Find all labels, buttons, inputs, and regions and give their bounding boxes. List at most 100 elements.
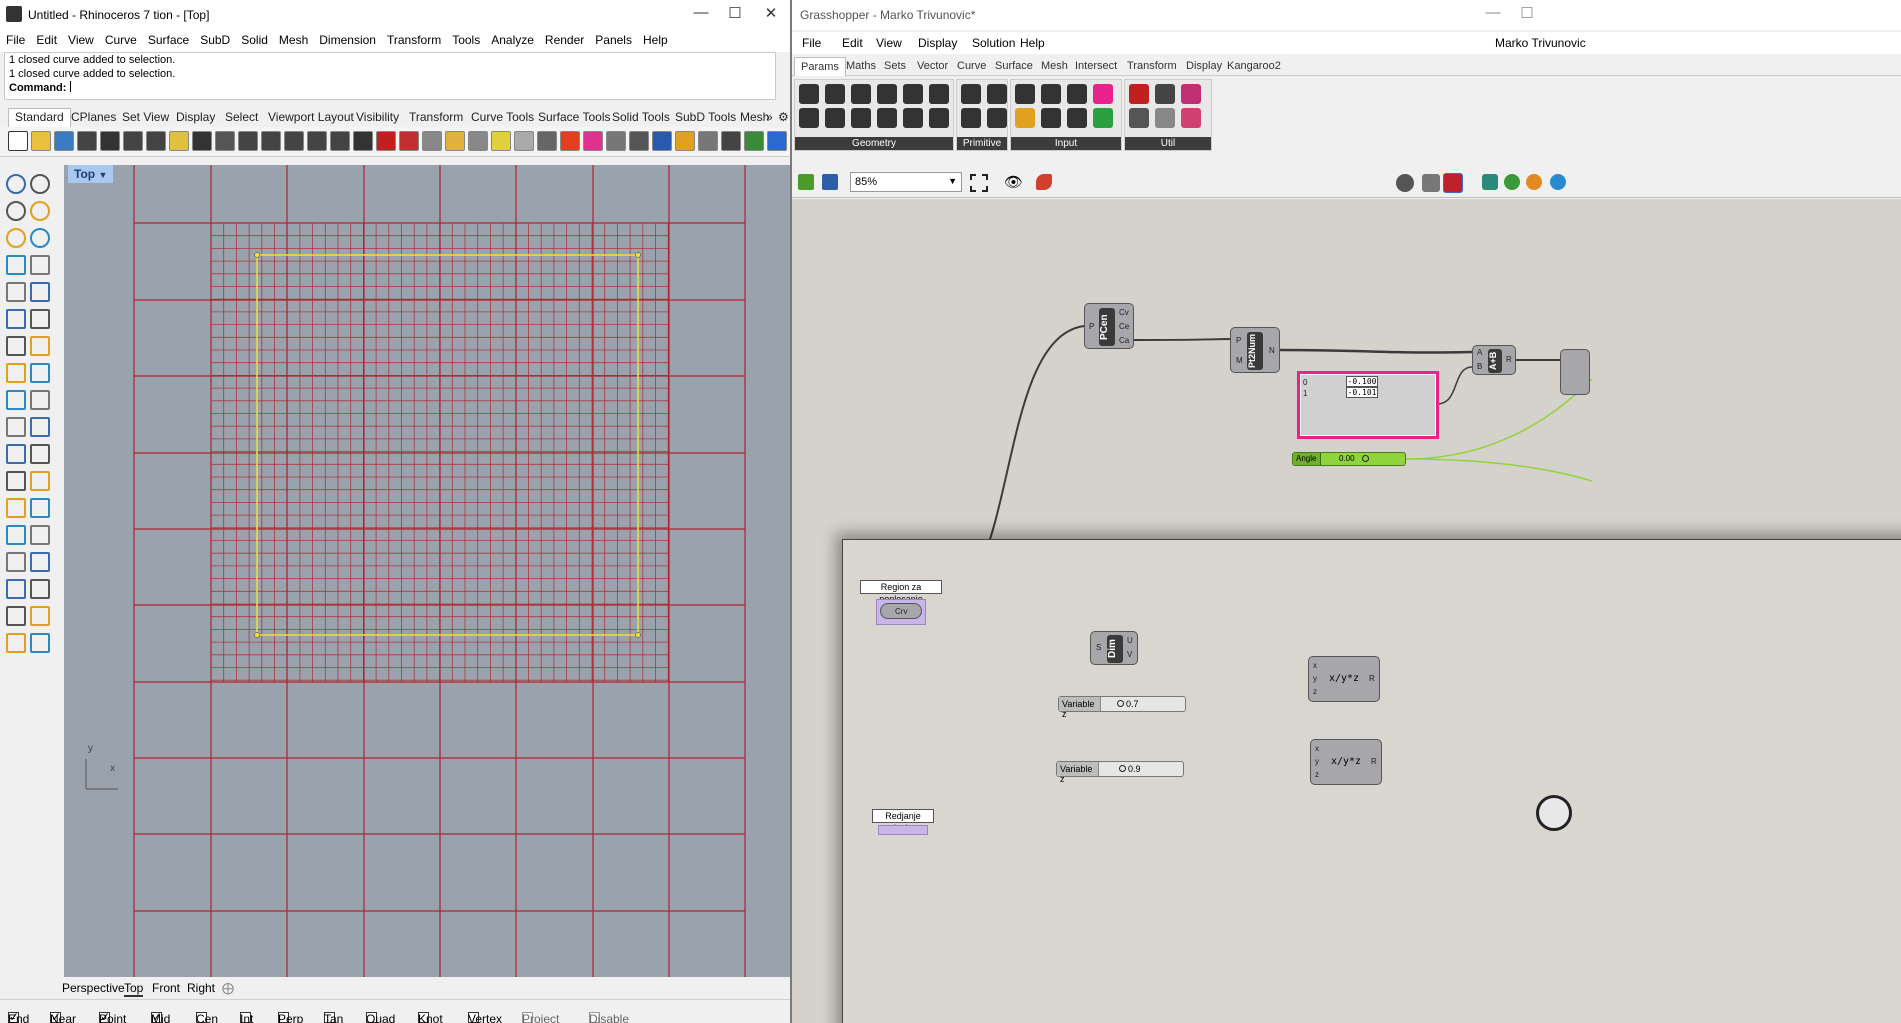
- left-tool-9-1-icon[interactable]: [30, 417, 50, 437]
- pin-a[interactable]: A: [1477, 348, 1482, 357]
- menu-item-dimension[interactable]: Dimension: [313, 30, 381, 47]
- menu-item-solid[interactable]: Solid: [235, 30, 273, 47]
- gh-component-0-0-1-icon[interactable]: [825, 84, 845, 104]
- left-tool-15-0-icon[interactable]: [6, 579, 26, 599]
- left-tool-6-0-icon[interactable]: [6, 336, 26, 356]
- left-tool-11-0-icon[interactable]: [6, 471, 26, 491]
- gh-component-2-0-0-icon[interactable]: [1015, 84, 1035, 104]
- control-point[interactable]: [635, 252, 641, 258]
- left-tool-16-1-icon[interactable]: [30, 606, 50, 626]
- pin-s[interactable]: S: [1096, 643, 1101, 652]
- menu-item-edit[interactable]: Edit: [30, 30, 62, 47]
- gh-menu-view[interactable]: View: [876, 36, 902, 50]
- cut-icon[interactable]: [123, 131, 143, 151]
- left-tool-10-0-icon[interactable]: [6, 444, 26, 464]
- menu-item-panels[interactable]: Panels: [589, 30, 637, 47]
- pin-x[interactable]: x: [1313, 661, 1317, 670]
- copy-icon[interactable]: [146, 131, 166, 151]
- left-tool-15-1-icon[interactable]: [30, 579, 50, 599]
- pan-icon[interactable]: [215, 131, 235, 151]
- gh-component-0-0-0-icon[interactable]: [799, 84, 819, 104]
- gh-component-1-0-1-icon[interactable]: [987, 84, 1007, 104]
- next-component[interactable]: [1560, 349, 1590, 395]
- gh-component-0-0-2-icon[interactable]: [851, 84, 871, 104]
- pcen-component[interactable]: PCen P Cv Ce Ca: [1084, 303, 1134, 349]
- data-panel[interactable]: 0 1 -0.100 -0.101: [1297, 371, 1439, 439]
- left-tool-6-1-icon[interactable]: [30, 336, 50, 356]
- layer-icon[interactable]: [445, 131, 465, 151]
- gh-component-0-1-2-icon[interactable]: [851, 108, 871, 128]
- pt2num-component[interactable]: Pt2Num P M N: [1230, 327, 1280, 373]
- left-tool-3-1-icon[interactable]: [30, 255, 50, 275]
- flag-icon[interactable]: [675, 131, 695, 151]
- pin-y[interactable]: y: [1313, 674, 1317, 683]
- addition-component[interactable]: A+B A B R: [1472, 345, 1516, 375]
- gh-tab-display[interactable]: Display: [1186, 60, 1222, 72]
- navigation-compass-icon[interactable]: [1536, 795, 1572, 831]
- gh-component-2-1-1-icon[interactable]: [1041, 108, 1061, 128]
- menu-item-render[interactable]: Render: [539, 30, 589, 47]
- menu-item-curve[interactable]: Curve: [99, 30, 142, 47]
- toolbar-tab-standard[interactable]: Standard: [8, 108, 71, 127]
- left-tool-10-1-icon[interactable]: [30, 444, 50, 464]
- pin-v[interactable]: V: [1127, 650, 1132, 659]
- print-icon[interactable]: [77, 131, 97, 151]
- left-tool-14-1-icon[interactable]: [30, 552, 50, 572]
- wireframe-preview-icon[interactable]: [1422, 174, 1440, 192]
- globe-icon[interactable]: [1550, 174, 1566, 190]
- left-tool-8-0-icon[interactable]: [6, 390, 26, 410]
- hide-icon[interactable]: [468, 131, 488, 151]
- gh-tab-mesh[interactable]: Mesh: [1041, 60, 1068, 72]
- pin-y[interactable]: y: [1315, 757, 1319, 766]
- sphere-gloss-icon[interactable]: [629, 131, 649, 151]
- gh-tab-vector[interactable]: Vector: [917, 60, 948, 72]
- add-viewport-icon[interactable]: ⨁: [222, 981, 234, 995]
- display-icon[interactable]: [1526, 174, 1542, 190]
- gh-component-0-0-4-icon[interactable]: [903, 84, 923, 104]
- tab-perspective[interactable]: Perspective: [62, 981, 125, 995]
- undo-icon[interactable]: [192, 131, 212, 151]
- open-file-icon[interactable]: [31, 131, 51, 151]
- left-tool-1-0-icon[interactable]: [6, 201, 26, 221]
- top-viewport[interactable]: Top ▼ y x: [64, 165, 790, 977]
- left-tool-2-0-icon[interactable]: [6, 228, 26, 248]
- gh-canvas[interactable]: PCen P Cv Ce Ca Pt2Num P M N A+B A B R 0…: [792, 199, 1901, 1023]
- gh-tab-surface[interactable]: Surface: [995, 60, 1033, 72]
- left-tool-17-0-icon[interactable]: [6, 633, 26, 653]
- left-tool-2-1-icon[interactable]: [30, 228, 50, 248]
- gh-tab-transform[interactable]: Transform: [1127, 60, 1177, 72]
- gh-component-3-0-2-icon[interactable]: [1181, 84, 1201, 104]
- gh-component-1-1-1-icon[interactable]: [987, 108, 1007, 128]
- viewport-menu-arrow-icon[interactable]: ▼: [98, 170, 107, 180]
- dim-component[interactable]: Dim S U V: [1090, 631, 1138, 665]
- shaded-preview-icon[interactable]: [1443, 173, 1463, 193]
- open-file-icon[interactable]: [798, 174, 814, 190]
- menu-item-surface[interactable]: Surface: [142, 30, 194, 47]
- command-history[interactable]: 1 closed curve added to selection. 1 clo…: [4, 52, 776, 100]
- menu-item-view[interactable]: View: [62, 30, 99, 47]
- menu-item-transform[interactable]: Transform: [381, 30, 446, 47]
- variable-z-slider-1[interactable]: Variable z 0.7: [1058, 696, 1186, 719]
- preview-mode-icon[interactable]: [1396, 174, 1414, 192]
- properties-icon[interactable]: [399, 131, 419, 151]
- toolbar-tab-select[interactable]: Select: [225, 110, 258, 124]
- tab-top[interactable]: Top: [124, 981, 144, 997]
- gh-tab-sets[interactable]: Sets: [884, 60, 906, 72]
- toolbar-tab-transform[interactable]: Transform: [409, 110, 463, 124]
- snap-icon[interactable]: [721, 131, 741, 151]
- globe-icon[interactable]: [744, 131, 764, 151]
- command-prompt[interactable]: Command:: [5, 81, 775, 95]
- left-tool-12-1-icon[interactable]: [30, 498, 50, 518]
- expression-component-2[interactable]: x/y*z x y z R: [1310, 739, 1382, 785]
- pin-r[interactable]: R: [1506, 355, 1512, 364]
- color-wheel-icon[interactable]: [583, 131, 603, 151]
- pin-x[interactable]: x: [1315, 744, 1319, 753]
- render-material-icon[interactable]: [560, 131, 580, 151]
- left-tool-5-1-icon[interactable]: [30, 309, 50, 329]
- zoom-extents-icon[interactable]: [970, 174, 988, 192]
- toolbar-tab-curve-tools[interactable]: Curve Tools: [471, 110, 534, 124]
- left-tool-13-1-icon[interactable]: [30, 525, 50, 545]
- gh-component-2-0-1-icon[interactable]: [1041, 84, 1061, 104]
- left-tool-5-0-icon[interactable]: [6, 309, 26, 329]
- toolbar-tab-mesh[interactable]: Mesh: [740, 110, 769, 124]
